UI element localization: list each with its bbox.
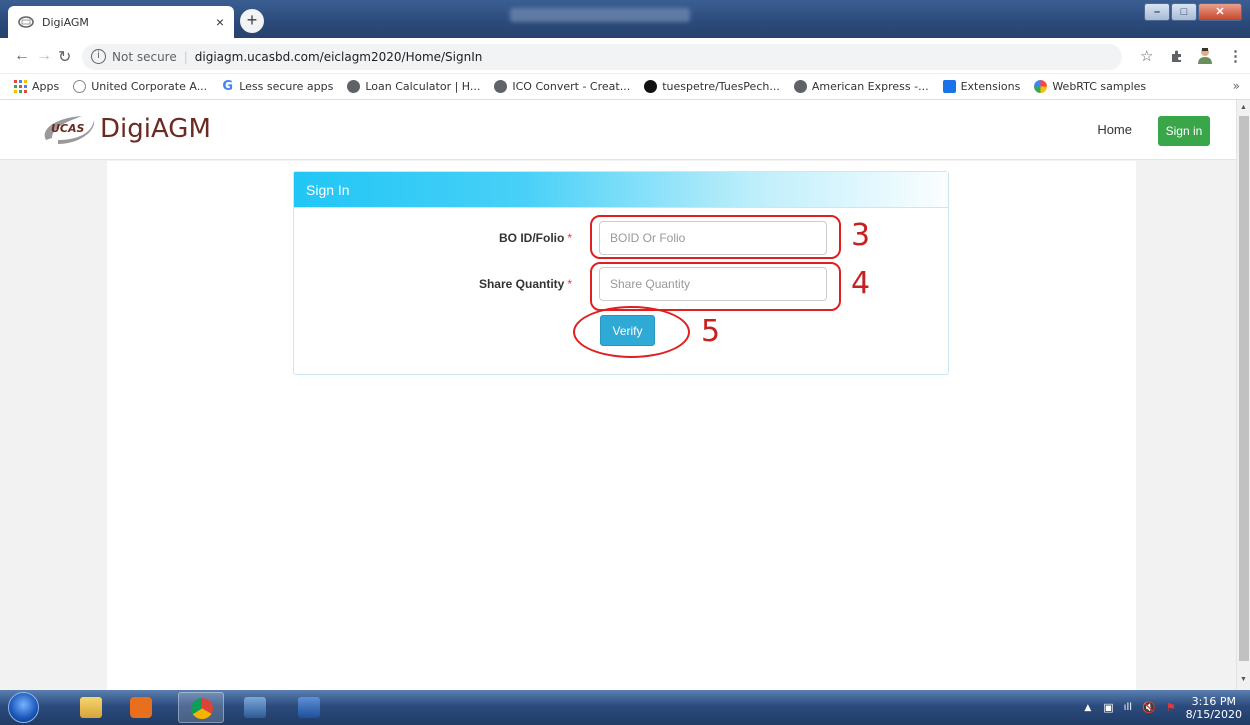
browser-toolbar: ← → ↻ i Not secure | digiagm.ucasbd.com/…: [0, 38, 1250, 74]
bookmark-united-corporate[interactable]: United Corporate A...: [73, 80, 207, 93]
scroll-up-icon[interactable]: ▲: [1240, 104, 1247, 111]
nav-signin-button[interactable]: Sign in: [1158, 116, 1210, 146]
panel-title: Sign In: [294, 172, 948, 208]
page-scrollbar[interactable]: ▲ ▼: [1236, 100, 1250, 690]
annotation-number-5: 5: [701, 314, 721, 349]
extensions-puzzle-icon[interactable]: [1170, 49, 1184, 63]
bookmarks-bar: Apps United Corporate A... G Less secure…: [0, 74, 1250, 100]
url-text: digiagm.ucasbd.com/eiclagm2020/Home/Sign…: [194, 50, 483, 64]
bookmark-star-icon[interactable]: ☆: [1140, 47, 1153, 65]
web-page: UCAS DigiAGM Home Sign in Sign In BO ID/…: [0, 100, 1236, 690]
scroll-down-icon[interactable]: ▼: [1240, 676, 1247, 683]
annotation-ellipse-verify: [573, 306, 690, 358]
bookmark-loan-calculator[interactable]: Loan Calculator | H...: [347, 80, 480, 93]
profile-avatar-icon[interactable]: [1196, 46, 1214, 64]
omnibox-divider: |: [183, 50, 188, 64]
webrtc-icon: [1034, 80, 1048, 93]
site-header: UCAS DigiAGM Home Sign in: [0, 100, 1236, 160]
taskbar-clock[interactable]: 3:16 PM 8/15/2020: [1186, 695, 1242, 721]
back-arrow-icon[interactable]: ←: [14, 47, 30, 65]
site-logo[interactable]: UCAS DigiAGM: [38, 112, 211, 146]
bookmark-webrtc-samples[interactable]: WebRTC samples: [1034, 80, 1146, 93]
github-icon: [644, 80, 658, 93]
windows-taskbar: ▲ ▣ ıll 🔇 ⚑ 3:16 PM 8/15/2020: [0, 690, 1250, 725]
clock-time: 3:16 PM: [1191, 694, 1236, 708]
taskbar-chrome[interactable]: [178, 692, 224, 723]
annotation-number-4: 4: [851, 266, 871, 301]
bookmark-ico-convert[interactable]: ICO Convert - Creat...: [494, 80, 630, 93]
reload-icon[interactable]: ↻: [58, 47, 71, 67]
taskbar-word[interactable]: [286, 692, 332, 723]
bookmark-label: Apps: [32, 80, 60, 93]
tab-close-icon[interactable]: ×: [216, 14, 224, 30]
bookmark-less-secure-apps[interactable]: G Less secure apps: [221, 80, 333, 93]
tray-expand-icon[interactable]: ▲: [1084, 703, 1091, 713]
bookmark-label: American Express -...: [811, 80, 929, 93]
bookmark-extensions[interactable]: Extensions: [942, 80, 1021, 93]
globe-icon: [494, 80, 508, 93]
browser-tab-strip: DigiAGM × + – □ ✕: [0, 0, 1250, 38]
bookmark-label: United Corporate A...: [91, 80, 208, 93]
logo-badge-text: UCAS: [51, 122, 85, 135]
google-icon: G: [222, 79, 234, 94]
minimize-button[interactable]: –: [1144, 3, 1170, 21]
taskbar-explorer[interactable]: [68, 692, 114, 723]
address-bar[interactable]: i Not secure | digiagm.ucasbd.com/eiclag…: [82, 44, 1122, 70]
bookmark-github[interactable]: tuespetre/TuesPech...: [644, 80, 780, 93]
window-title-blurred: [510, 8, 690, 22]
share-quantity-label: Share Quantity *: [478, 277, 572, 291]
bookmark-label: Extensions: [960, 80, 1021, 93]
bookmark-label: ICO Convert - Creat...: [512, 80, 631, 93]
boid-label: BO ID/Folio *: [499, 231, 572, 245]
word-icon: [298, 697, 320, 718]
system-tray: ▲ ▣ ıll 🔇 ⚑ 3:16 PM 8/15/2020: [1084, 690, 1242, 725]
annotation-box-boid: [590, 215, 841, 259]
bookmark-apps[interactable]: Apps: [14, 80, 59, 93]
ucas-favicon: [73, 80, 87, 93]
puzzle-icon: [942, 80, 956, 93]
bookmark-label: WebRTC samples: [1052, 80, 1147, 93]
scrollbar-thumb[interactable]: [1239, 116, 1249, 661]
ucas-favicon: [18, 16, 34, 28]
start-button[interactable]: [8, 692, 39, 723]
chrome-icon: [191, 698, 213, 719]
annotation-box-share-quantity: [590, 262, 841, 311]
signal-icon[interactable]: ıll: [1124, 702, 1132, 713]
action-center-flag-icon[interactable]: ⚑: [1166, 701, 1176, 714]
browser-menu-icon[interactable]: ⋮: [1228, 47, 1243, 65]
required-mark: *: [567, 277, 572, 291]
clock-date: 8/15/2020: [1185, 707, 1242, 721]
forward-arrow-icon[interactable]: →: [36, 47, 52, 65]
logo-name: DigiAGM: [100, 114, 211, 144]
volume-muted-icon[interactable]: 🔇: [1142, 701, 1156, 714]
window-controls: – □ ✕: [1143, 3, 1242, 21]
globe-icon: [793, 80, 807, 93]
apps-grid-icon: [14, 80, 27, 93]
taskbar-network-app[interactable]: [232, 692, 278, 723]
new-tab-button[interactable]: +: [240, 9, 264, 33]
taskbar-media-player[interactable]: [118, 692, 164, 723]
nav-home-link[interactable]: Home: [1097, 122, 1132, 137]
close-window-button[interactable]: ✕: [1198, 3, 1242, 21]
globe-icon: [347, 80, 361, 93]
media-player-icon: [130, 697, 152, 718]
tab-title: DigiAGM: [42, 15, 89, 29]
required-mark: *: [567, 231, 572, 245]
annotation-number-3: 3: [851, 218, 871, 253]
bookmarks-overflow-icon[interactable]: »: [1233, 79, 1240, 93]
bookmark-american-express[interactable]: American Express -...: [793, 80, 929, 93]
bookmark-label: Loan Calculator | H...: [365, 80, 481, 93]
network-computer-icon: [244, 697, 266, 718]
info-icon[interactable]: i: [91, 49, 106, 64]
bookmark-label: Less secure apps: [239, 80, 334, 93]
browser-tab[interactable]: DigiAGM ×: [8, 6, 234, 38]
network-icon[interactable]: ▣: [1103, 701, 1113, 714]
ucas-logo-badge: UCAS: [38, 112, 98, 146]
maximize-button[interactable]: □: [1171, 3, 1197, 21]
not-secure-label: Not secure: [112, 50, 177, 64]
folder-icon: [80, 697, 102, 718]
bookmark-label: tuespetre/TuesPech...: [662, 80, 780, 93]
